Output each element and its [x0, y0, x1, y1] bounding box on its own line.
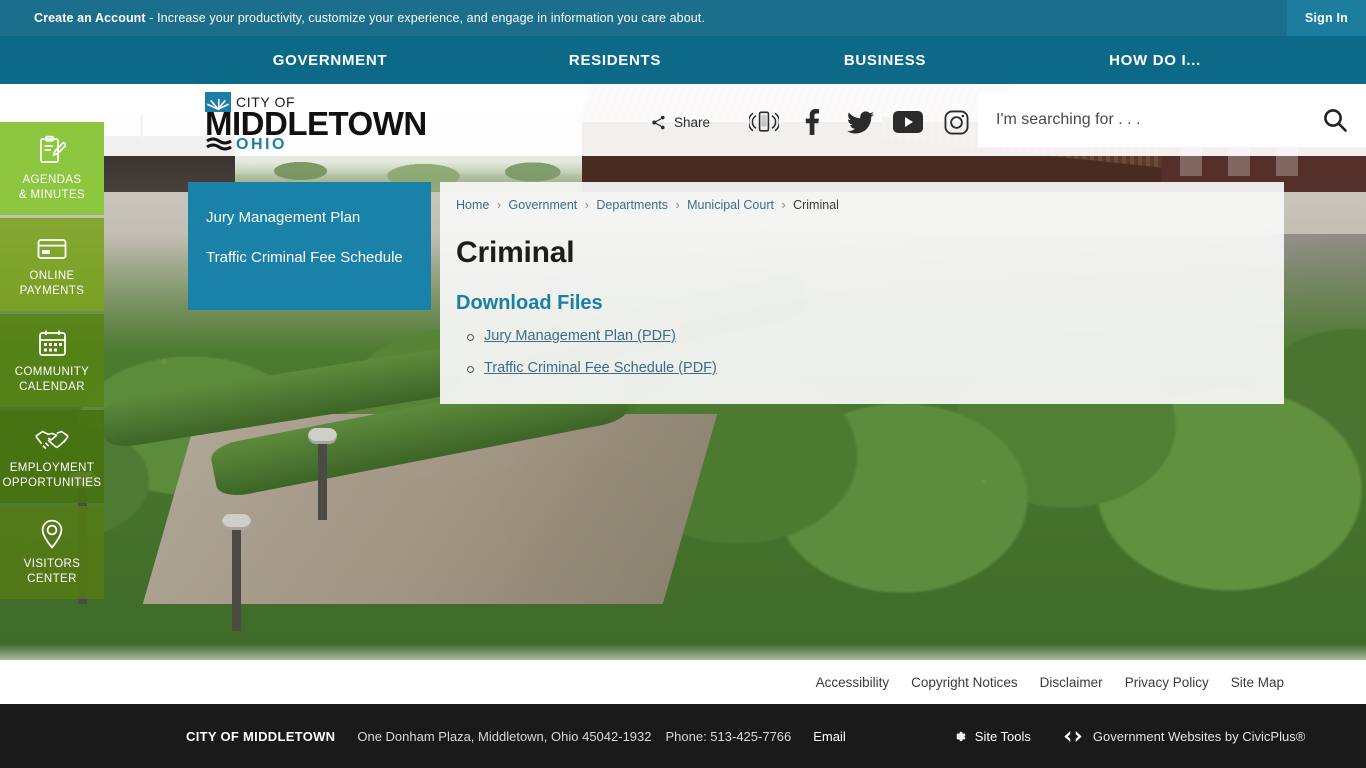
- photo-lamp-post: [222, 514, 251, 631]
- handshake-icon: [34, 423, 70, 453]
- quick-link-label: PAYMENTS: [19, 284, 85, 297]
- breadcrumb-separator: ›: [496, 198, 501, 212]
- header-social-row: Share: [650, 102, 980, 142]
- create-account-link[interactable]: Create an Account: [34, 11, 146, 25]
- list-item: Jury Management Plan (PDF): [467, 327, 1256, 345]
- civicplus-label: Government Websites by CivicPlus®: [1092, 728, 1306, 744]
- quick-link-label: OPPORTUNITIES: [2, 476, 102, 489]
- quick-link-visitors-center[interactable]: VISITORS CENTER: [0, 506, 104, 599]
- quick-link-community-calendar[interactable]: COMMUNITY CALENDAR: [0, 314, 104, 407]
- site-logo[interactable]: CITY OF MIDDLETOWN OHIO: [205, 90, 445, 152]
- breadcrumb-item-home[interactable]: Home: [456, 198, 489, 212]
- share-button[interactable]: Share: [650, 114, 710, 131]
- breadcrumb-separator: ›: [675, 198, 680, 212]
- breadcrumb-separator: ›: [781, 198, 786, 212]
- sidebar-item-jury-management-plan[interactable]: Jury Management Plan: [206, 208, 409, 228]
- list-item: Traffic Criminal Fee Schedule (PDF): [467, 359, 1256, 377]
- nav-item-how-do-i[interactable]: HOW DO I...: [1020, 52, 1290, 69]
- footer-city-name: CITY OF MIDDLETOWN: [186, 728, 336, 744]
- share-label: Share: [674, 114, 711, 130]
- quick-link-label: EMPLOYMENT: [9, 461, 95, 474]
- footer-link-copyright-notices[interactable]: Copyright Notices: [911, 675, 1018, 690]
- download-files-heading: Download Files: [456, 292, 603, 314]
- footer-phone: Phone: 513-425-7766: [665, 728, 792, 744]
- site-search: [978, 93, 1366, 147]
- footer-address: One Donham Plaza, Middletown, Ohio 45042…: [357, 728, 652, 744]
- breadcrumb-item-criminal: Criminal: [793, 198, 839, 212]
- search-icon: [1322, 107, 1348, 133]
- quick-link-label: ONLINE: [29, 269, 75, 282]
- quick-link-online-payments[interactable]: ONLINE PAYMENTS: [0, 218, 104, 311]
- site-tools-label: Site Tools: [974, 728, 1031, 744]
- gear-icon: [952, 729, 967, 744]
- breadcrumb: Home › Government › Departments › Munici…: [456, 198, 1256, 212]
- quick-link-label: AGENDAS: [22, 173, 82, 186]
- main-content-panel: Home › Government › Departments › Munici…: [440, 182, 1284, 404]
- page-title: Criminal: [456, 236, 575, 269]
- sign-in-button[interactable]: Sign In: [1286, 0, 1366, 36]
- footer-link-row: Accessibility Copyright Notices Disclaim…: [0, 660, 1366, 704]
- footer-info-bar: CITY OF MIDDLETOWN One Donham Plaza, Mid…: [0, 704, 1366, 768]
- notify-me-icon[interactable]: [740, 102, 788, 142]
- civicplus-link[interactable]: Government Websites by CivicPlus®: [1063, 729, 1305, 744]
- quick-link-agendas-minutes[interactable]: AGENDAS & MINUTES: [0, 122, 104, 215]
- photo-lamp-post: [308, 428, 337, 520]
- footer-link-privacy-policy[interactable]: Privacy Policy: [1125, 675, 1209, 690]
- site-tools-button[interactable]: Site Tools: [952, 729, 1031, 744]
- quick-link-label: & MINUTES: [18, 188, 86, 201]
- map-pin-icon: [40, 519, 64, 549]
- credit-card-icon: [37, 231, 67, 261]
- sidebar-item-traffic-criminal-fee-schedule[interactable]: Traffic Criminal Fee Schedule: [206, 248, 409, 268]
- nav-item-government[interactable]: GOVERNMENT: [180, 52, 480, 69]
- download-link-jury-management-plan[interactable]: Jury Management Plan (PDF): [484, 328, 676, 344]
- nav-item-business[interactable]: BUSINESS: [750, 52, 1020, 69]
- footer-link-accessibility[interactable]: Accessibility: [816, 675, 890, 690]
- download-files-list: Jury Management Plan (PDF) Traffic Crimi…: [456, 327, 1256, 377]
- code-brackets-icon: [1063, 730, 1083, 743]
- footer-email-link[interactable]: Email: [813, 729, 846, 744]
- breadcrumb-item-departments[interactable]: Departments: [596, 198, 668, 212]
- top-utility-bar: Create an Account - Increase your produc…: [0, 0, 1366, 36]
- youtube-icon[interactable]: [884, 102, 932, 142]
- calendar-icon: [38, 327, 67, 357]
- search-input[interactable]: [978, 111, 1304, 129]
- nav-item-residents[interactable]: RESIDENTS: [480, 52, 750, 69]
- footer-link-site-map[interactable]: Site Map: [1231, 675, 1284, 690]
- svg-text:OHIO: OHIO: [236, 136, 287, 152]
- clipboard-pencil-icon: [38, 135, 66, 165]
- breadcrumb-item-government[interactable]: Government: [508, 198, 577, 212]
- search-button[interactable]: [1304, 93, 1366, 147]
- section-sub-navigation: Jury Management Plan Traffic Criminal Fe…: [188, 182, 431, 310]
- quick-link-label: CALENDAR: [19, 380, 85, 393]
- breadcrumb-item-municipal-court[interactable]: Municipal Court: [687, 198, 774, 212]
- create-account-message: Create an Account - Increase your produc…: [0, 11, 705, 25]
- footer-link-disclaimer[interactable]: Disclaimer: [1040, 675, 1103, 690]
- main-navigation: GOVERNMENT RESIDENTS BUSINESS HOW DO I..…: [0, 36, 1366, 84]
- instagram-icon[interactable]: [932, 102, 980, 142]
- breadcrumb-separator: ›: [584, 198, 589, 212]
- share-icon: [650, 114, 667, 131]
- quick-links-sidebar: AGENDAS & MINUTES ONLINE PAYMENTS COMMUN…: [0, 122, 104, 602]
- twitter-icon[interactable]: [836, 102, 884, 142]
- quick-link-label: VISITORS: [23, 557, 81, 570]
- facebook-icon[interactable]: [788, 102, 836, 142]
- quick-link-label: COMMUNITY: [14, 365, 90, 378]
- create-account-text: - Increase your productivity, customize …: [145, 11, 705, 25]
- quick-link-label: CENTER: [27, 572, 77, 585]
- download-link-traffic-criminal-fee-schedule[interactable]: Traffic Criminal Fee Schedule (PDF): [484, 360, 717, 376]
- quick-link-employment-opportunities[interactable]: EMPLOYMENT OPPORTUNITIES: [0, 410, 104, 503]
